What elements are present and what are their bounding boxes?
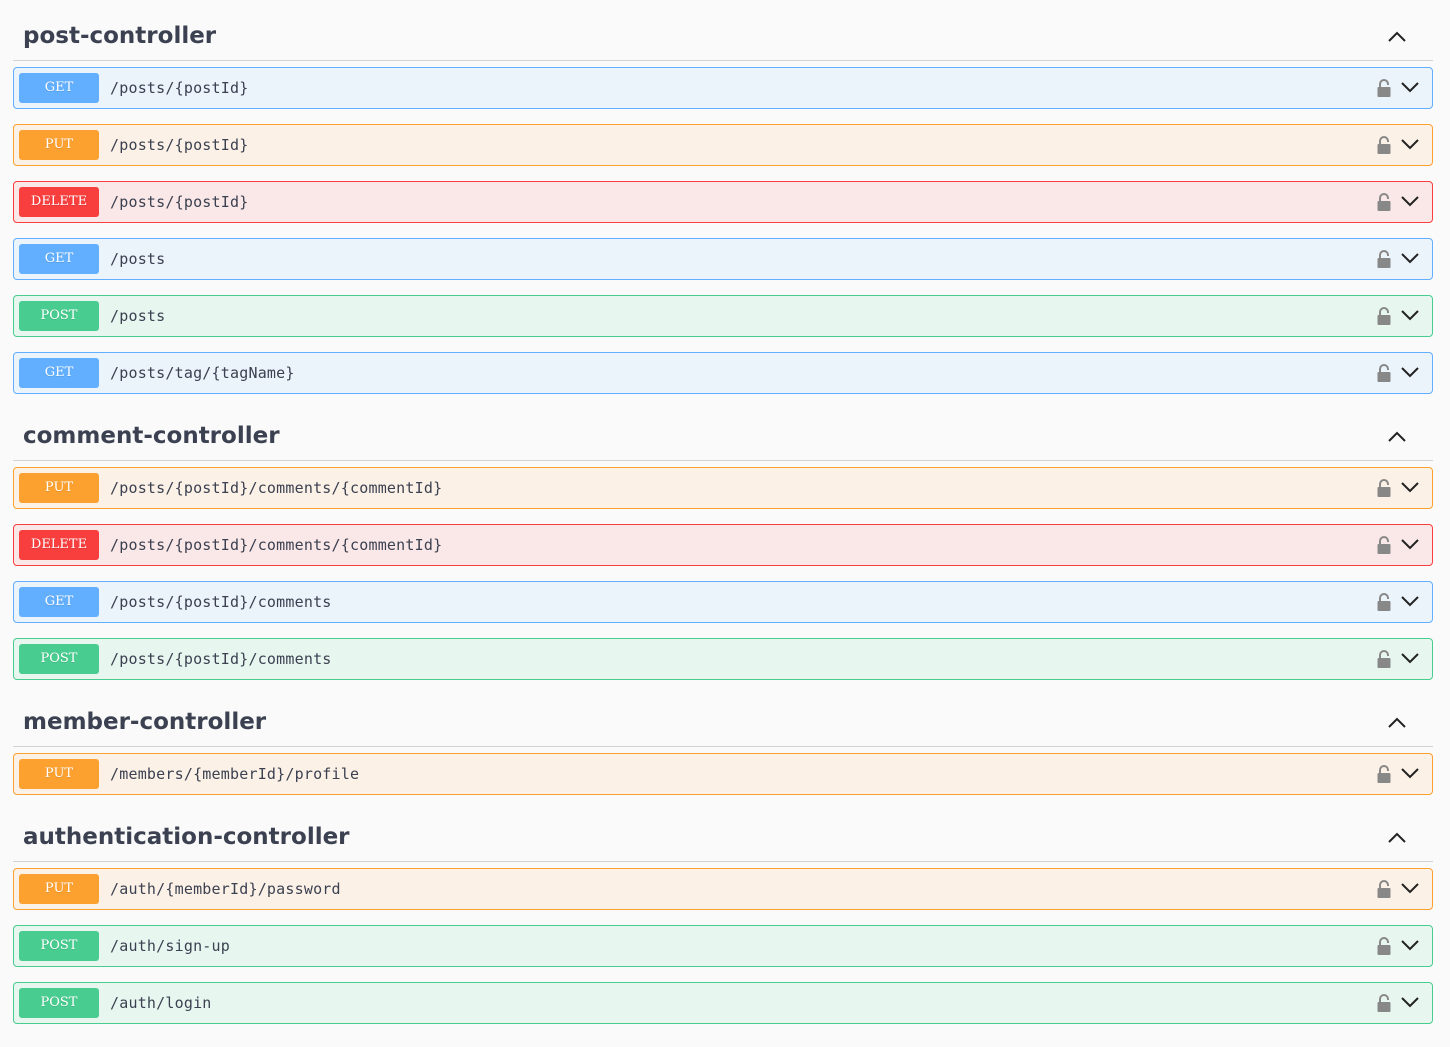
method-badge: POST	[19, 301, 99, 331]
operation-path: /posts/{postId}	[110, 193, 249, 211]
section-title: post-controller	[23, 23, 217, 49]
method-badge: PUT	[19, 473, 99, 503]
operation-path: /posts/{postId}	[110, 79, 249, 97]
operation-put-comment[interactable]: PUT /posts/{postId}/comments/{commentId}	[13, 467, 1433, 509]
method-badge: DELETE	[19, 187, 99, 217]
lock-icon[interactable]	[1376, 135, 1392, 155]
operation-path: /posts	[110, 250, 166, 268]
lock-icon[interactable]	[1376, 535, 1392, 555]
operation-path: /posts	[110, 307, 166, 325]
method-badge: DELETE	[19, 530, 99, 560]
operation-path: /posts/{postId}	[110, 136, 249, 154]
lock-icon[interactable]	[1376, 649, 1392, 669]
operation-get-posts-postid[interactable]: GET /posts/{postId}	[13, 67, 1433, 109]
section-title: authentication-controller	[23, 824, 350, 850]
lock-icon[interactable]	[1376, 478, 1392, 498]
operation-path: /auth/sign-up	[110, 937, 230, 955]
chevron-up-icon[interactable]	[1385, 713, 1409, 731]
operation-post-auth-sign-up[interactable]: POST /auth/sign-up	[13, 925, 1433, 967]
lock-icon[interactable]	[1376, 306, 1392, 326]
chevron-up-icon[interactable]	[1385, 828, 1409, 846]
section-header-post-controller[interactable]: post-controller	[13, 13, 1433, 61]
method-badge: POST	[19, 988, 99, 1018]
section-title: comment-controller	[23, 423, 280, 449]
section-header-member-controller[interactable]: member-controller	[13, 699, 1433, 747]
chevron-down-icon[interactable]	[1400, 766, 1420, 780]
operation-path: /posts/{postId}/comments/{commentId}	[110, 536, 443, 554]
method-badge: GET	[19, 73, 99, 103]
lock-icon[interactable]	[1376, 192, 1392, 212]
operation-get-posts[interactable]: GET /posts	[13, 238, 1433, 280]
operation-put-member-profile[interactable]: PUT /members/{memberId}/profile	[13, 753, 1433, 795]
method-badge: GET	[19, 358, 99, 388]
lock-icon[interactable]	[1376, 592, 1392, 612]
operation-get-posts-tag[interactable]: GET /posts/tag/{tagName}	[13, 352, 1433, 394]
chevron-down-icon[interactable]	[1400, 537, 1420, 551]
operation-post-posts[interactable]: POST /posts	[13, 295, 1433, 337]
method-badge: PUT	[19, 759, 99, 789]
chevron-up-icon[interactable]	[1385, 427, 1409, 445]
chevron-down-icon[interactable]	[1400, 938, 1420, 952]
lock-icon[interactable]	[1376, 764, 1392, 784]
chevron-up-icon[interactable]	[1385, 27, 1409, 45]
operation-path: /auth/{memberId}/password	[110, 880, 341, 898]
chevron-down-icon[interactable]	[1400, 80, 1420, 94]
chevron-down-icon[interactable]	[1400, 251, 1420, 265]
method-badge: POST	[19, 931, 99, 961]
operation-path: /posts/{postId}/comments	[110, 593, 332, 611]
chevron-down-icon[interactable]	[1400, 881, 1420, 895]
operation-path: /posts/{postId}/comments/{commentId}	[110, 479, 443, 497]
chevron-down-icon[interactable]	[1400, 480, 1420, 494]
operation-post-auth-login[interactable]: POST /auth/login	[13, 982, 1433, 1024]
operation-post-comments[interactable]: POST /posts/{postId}/comments	[13, 638, 1433, 680]
chevron-down-icon[interactable]	[1400, 365, 1420, 379]
operation-path: /posts/tag/{tagName}	[110, 364, 295, 382]
lock-icon[interactable]	[1376, 993, 1392, 1013]
operation-path: /members/{memberId}/profile	[110, 765, 360, 783]
method-badge: POST	[19, 644, 99, 674]
method-badge: PUT	[19, 874, 99, 904]
chevron-down-icon[interactable]	[1400, 137, 1420, 151]
operation-path: /auth/login	[110, 994, 212, 1012]
operation-delete-comment[interactable]: DELETE /posts/{postId}/comments/{comment…	[13, 524, 1433, 566]
operation-path: /posts/{postId}/comments	[110, 650, 332, 668]
chevron-down-icon[interactable]	[1400, 651, 1420, 665]
operation-get-comments[interactable]: GET /posts/{postId}/comments	[13, 581, 1433, 623]
operation-put-posts-postid[interactable]: PUT /posts/{postId}	[13, 124, 1433, 166]
lock-icon[interactable]	[1376, 249, 1392, 269]
chevron-down-icon[interactable]	[1400, 995, 1420, 1009]
lock-icon[interactable]	[1376, 363, 1392, 383]
chevron-down-icon[interactable]	[1400, 194, 1420, 208]
section-header-comment-controller[interactable]: comment-controller	[13, 413, 1433, 461]
section-title: member-controller	[23, 709, 267, 735]
swagger-operations-list: post-controller GET /posts/{postId} PUT …	[0, 0, 1450, 1047]
chevron-down-icon[interactable]	[1400, 594, 1420, 608]
method-badge: GET	[19, 244, 99, 274]
lock-icon[interactable]	[1376, 936, 1392, 956]
method-badge: GET	[19, 587, 99, 617]
operation-put-auth-password[interactable]: PUT /auth/{memberId}/password	[13, 868, 1433, 910]
chevron-down-icon[interactable]	[1400, 308, 1420, 322]
operation-delete-posts-postid[interactable]: DELETE /posts/{postId}	[13, 181, 1433, 223]
method-badge: PUT	[19, 130, 99, 160]
lock-icon[interactable]	[1376, 78, 1392, 98]
section-header-authentication-controller[interactable]: authentication-controller	[13, 814, 1433, 862]
lock-icon[interactable]	[1376, 879, 1392, 899]
